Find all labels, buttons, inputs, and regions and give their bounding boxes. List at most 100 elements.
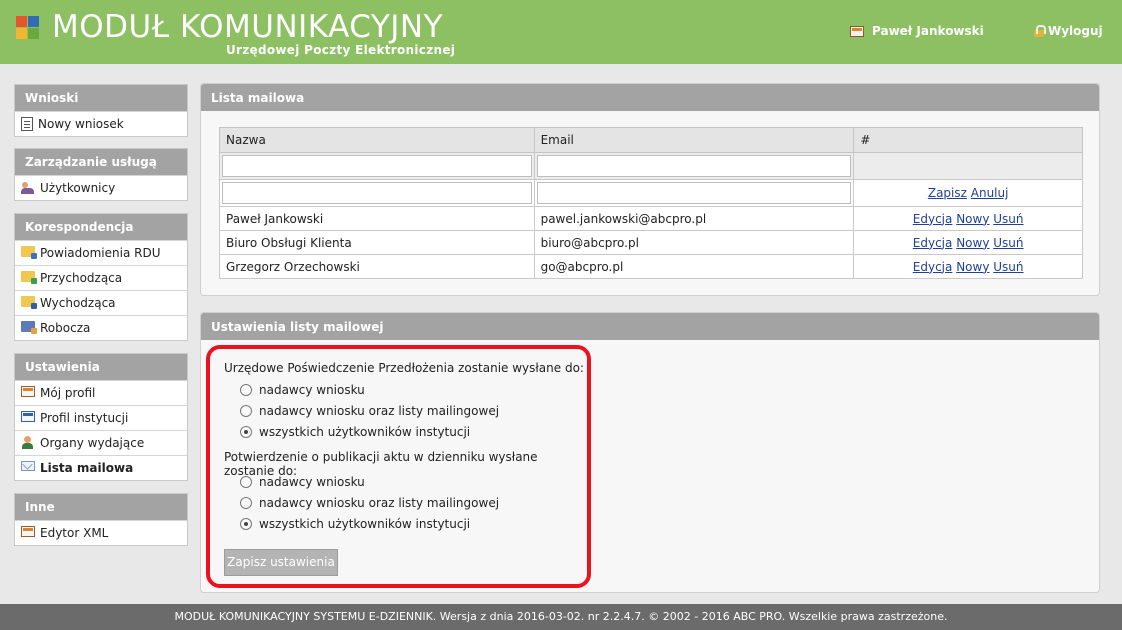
table-row: Grzegorz Orzechowski go@abcpro.pl Edycja… — [219, 254, 1083, 279]
radio-button[interactable] — [240, 476, 252, 488]
logout-button[interactable]: Wyloguj — [1034, 24, 1103, 38]
mailing-list-panel: Lista mailowa Nazwa Email # Zapisz Anulu… — [200, 83, 1100, 296]
sidebar-group-title: Ustawienia — [15, 354, 187, 380]
footer: MODUŁ KOMUNIKACYJNY SYSTEMU E-DZIENNIK. … — [0, 604, 1122, 630]
sidebar-item-label: Nowy wniosek — [38, 117, 124, 131]
delete-link[interactable]: Usuń — [993, 236, 1023, 250]
table-row: Paweł Jankowski pawel.jankowski@abcpro.p… — [219, 206, 1083, 231]
user-name: Paweł Jankowski — [872, 24, 984, 38]
sidebar-item-moj-profil[interactable]: Mój profil — [15, 380, 187, 405]
app-header: MODUŁ KOMUNIKACYJNY Urzędowej Poczty Ele… — [0, 0, 1122, 64]
users-icon — [21, 181, 35, 194]
cell-email: go@abcpro.pl — [533, 254, 855, 279]
sidebar-item-label: Przychodząca — [40, 271, 123, 285]
radio-upp-sender[interactable]: nadawcy wniosku — [240, 383, 365, 397]
delete-link[interactable]: Usuń — [993, 212, 1023, 226]
current-user[interactable]: Paweł Jankowski — [850, 24, 984, 38]
id-card-icon — [21, 386, 35, 397]
filter-row — [219, 152, 1083, 180]
radio-button[interactable] — [240, 405, 252, 417]
sidebar-item-profil-instytucji[interactable]: Profil instytucji — [15, 405, 187, 430]
sidebar-group-title: Wnioski — [15, 85, 187, 111]
person-icon — [21, 436, 35, 449]
cell-name: Biuro Obsługi Klienta — [219, 230, 535, 255]
panel-title: Ustawienia listy mailowej — [201, 313, 1099, 340]
edit-link[interactable]: Edycja — [913, 212, 953, 226]
filter-email-input[interactable] — [536, 155, 852, 177]
radio-button-selected[interactable] — [240, 426, 252, 438]
sidebar-item-label: Wychodząca — [40, 296, 116, 310]
sidebar-group-wnioski: Wnioski Nowy wniosek — [14, 84, 188, 137]
edit-link[interactable]: Edycja — [913, 236, 953, 250]
radio-label: nadawcy wniosku oraz listy mailingowej — [259, 404, 500, 418]
sidebar-item-wychodzaca[interactable]: Wychodząca — [15, 290, 187, 315]
radio-label: wszystkich użytkowników instytucji — [259, 425, 471, 439]
cell-email: pawel.jankowski@abcpro.pl — [533, 206, 855, 231]
radio-pub-sender[interactable]: nadawcy wniosku — [240, 475, 365, 489]
sidebar-item-label: Mój profil — [40, 386, 96, 400]
new-link[interactable]: Nowy — [956, 236, 989, 250]
sidebar-group-title: Zarządzanie usługą — [15, 149, 187, 175]
radio-label: nadawcy wniosku — [259, 475, 365, 489]
new-entry-row: Zapisz Anuluj — [219, 179, 1083, 207]
sidebar-item-organy-wydajace[interactable]: Organy wydające — [15, 430, 187, 455]
radio-button[interactable] — [240, 497, 252, 509]
sidebar-item-label: Profil instytucji — [40, 411, 129, 425]
sidebar-group-ustawienia: Ustawienia Mój profil Profil instytucji … — [14, 353, 188, 481]
save-link[interactable]: Zapisz — [928, 186, 967, 200]
logo-icon — [16, 16, 40, 42]
delete-link[interactable]: Usuń — [993, 260, 1023, 274]
radio-pub-sender-list[interactable]: nadawcy wniosku oraz listy mailingowej — [240, 496, 499, 510]
sidebar-item-label: Organy wydające — [40, 436, 145, 450]
table-row: Biuro Obsługi Klienta biuro@abcpro.pl Ed… — [219, 230, 1083, 255]
edit-link[interactable]: Edycja — [913, 260, 953, 274]
sidebar-group-title: Korespondencja — [15, 214, 187, 240]
radio-upp-all-users[interactable]: wszystkich użytkowników instytucji — [240, 425, 470, 439]
sidebar-item-label: Edytor XML — [40, 526, 109, 540]
radio-label: nadawcy wniosku — [259, 383, 365, 397]
sidebar-group-korespondencja: Korespondencja Powiadomienia RDU Przycho… — [14, 213, 188, 341]
column-header-actions: # — [853, 127, 1083, 153]
folder-icon — [21, 246, 37, 259]
sidebar-item-lista-mailowa[interactable]: Lista mailowa — [15, 455, 187, 480]
sidebar-item-label: Powiadomienia RDU — [40, 246, 161, 260]
radio-pub-all-users[interactable]: wszystkich użytkowników instytucji — [240, 517, 470, 531]
new-email-input[interactable] — [536, 182, 852, 204]
column-header-email: Email — [533, 127, 855, 153]
sidebar-item-uzytkownicy[interactable]: Użytkownicy — [15, 175, 187, 200]
radio-button-selected[interactable] — [240, 518, 252, 530]
document-icon — [21, 117, 33, 131]
sidebar-item-powiadomienia-rdu[interactable]: Powiadomienia RDU — [15, 240, 187, 265]
app-subtitle: Urzędowej Poczty Elektronicznej — [226, 43, 456, 57]
cell-email: biuro@abcpro.pl — [533, 230, 855, 255]
sidebar-item-label: Robocza — [40, 321, 91, 335]
sidebar-item-nowy-wniosek[interactable]: Nowy wniosek — [15, 111, 187, 136]
sidebar-item-label: Użytkownicy — [40, 181, 116, 195]
app-title: MODUŁ KOMUNIKACYJNY — [52, 9, 444, 45]
new-link[interactable]: Nowy — [956, 260, 989, 274]
new-link[interactable]: Nowy — [956, 212, 989, 226]
footer-text: MODUŁ KOMUNIKACYJNY SYSTEMU E-DZIENNIK. … — [174, 610, 948, 623]
cell-name: Paweł Jankowski — [219, 206, 535, 231]
folder-out-icon — [21, 296, 37, 309]
question-upp: Urzędowe Poświedczenie Przedłożenia zost… — [224, 361, 584, 375]
highlight-frame: Urzędowe Poświedczenie Przedłożenia zost… — [206, 345, 591, 588]
column-header-name: Nazwa — [219, 127, 535, 153]
id-card-icon — [850, 25, 864, 37]
folder-in-icon — [21, 271, 37, 284]
radio-label: wszystkich użytkowników instytucji — [259, 517, 471, 531]
folder-draft-icon — [21, 321, 37, 334]
sidebar-item-edytor-xml[interactable]: Edytor XML — [15, 520, 187, 545]
cell-name: Grzegorz Orzechowski — [219, 254, 535, 279]
filter-name-input[interactable] — [222, 155, 532, 177]
radio-upp-sender-list[interactable]: nadawcy wniosku oraz listy mailingowej — [240, 404, 499, 418]
radio-button[interactable] — [240, 384, 252, 396]
save-settings-button[interactable]: Zapisz ustawienia — [224, 549, 338, 576]
sidebar-item-robocza[interactable]: Robocza — [15, 315, 187, 340]
panel-title: Lista mailowa — [201, 84, 1099, 111]
logout-label: Wyloguj — [1048, 24, 1103, 38]
new-name-input[interactable] — [222, 182, 532, 204]
cancel-link[interactable]: Anuluj — [971, 186, 1009, 200]
sidebar-group-title: Inne — [15, 494, 187, 520]
sidebar-item-przychodzaca[interactable]: Przychodząca — [15, 265, 187, 290]
